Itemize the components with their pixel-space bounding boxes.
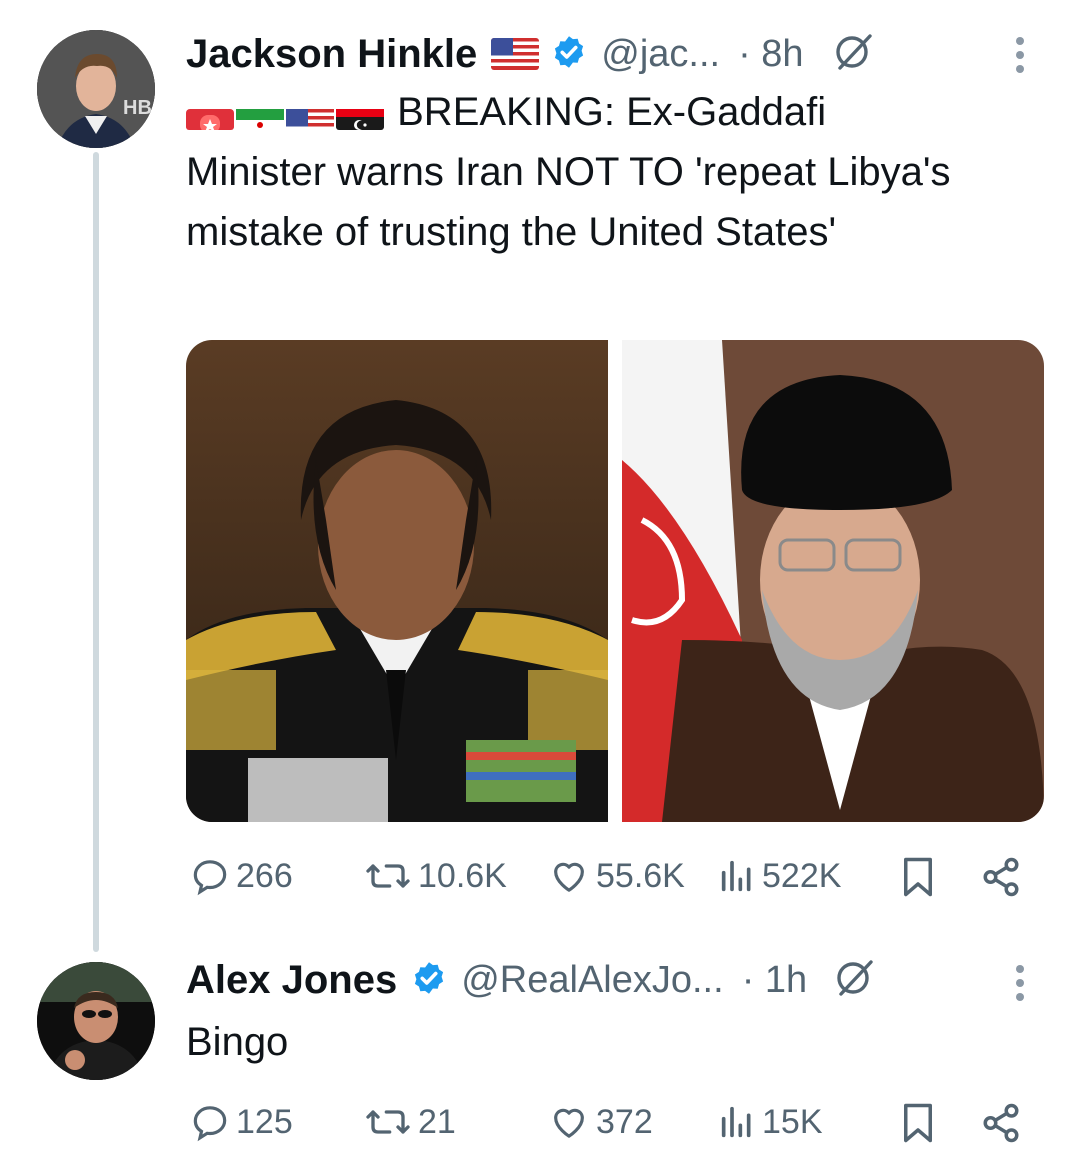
like-count: 55.6K	[596, 856, 685, 895]
heart-icon	[554, 1108, 584, 1138]
views-icon	[721, 860, 751, 892]
reply-bookmark-button[interactable]	[900, 1102, 936, 1149]
verified-badge-icon	[551, 34, 587, 75]
bookmark-icon	[904, 857, 932, 897]
rotating-light-icon	[186, 98, 234, 131]
emoji-row	[186, 90, 397, 134]
bookmark-button[interactable]	[900, 856, 936, 903]
verified-badge-icon	[411, 960, 447, 1001]
reply-reply-button[interactable]: 125	[190, 1102, 293, 1142]
heart-icon	[554, 862, 584, 892]
repost-icon	[366, 1110, 410, 1134]
tweet-time[interactable]: · 8h	[738, 33, 803, 76]
bookmark-icon	[904, 1103, 932, 1143]
like-button[interactable]: 55.6K	[548, 856, 685, 896]
avatar-logo-text: HB	[123, 97, 152, 119]
reply-time[interactable]: · 1h	[742, 959, 807, 1002]
reply-share-button[interactable]	[980, 1102, 1022, 1149]
share-icon	[983, 1103, 1019, 1143]
reply-header: Alex Jones @RealAlexJo... · 1h	[186, 956, 877, 1004]
thread-line	[93, 152, 99, 952]
avatar-image: HB	[37, 30, 155, 148]
us-flag-icon	[286, 98, 334, 131]
share-icon	[983, 857, 1019, 897]
reply-more-options-icon[interactable]	[1014, 964, 1026, 1007]
tweet-body: BREAKING: Ex-Gaddafi Minister warns Iran…	[186, 82, 966, 262]
views-count: 522K	[762, 856, 842, 895]
grok-icon[interactable]	[832, 30, 876, 79]
reply-avatar-image	[37, 962, 155, 1080]
more-options-icon[interactable]	[1014, 36, 1026, 79]
media-image-1[interactable]	[186, 340, 608, 822]
iran-flag-icon	[236, 98, 284, 131]
libya-flag-icon	[336, 98, 384, 131]
reply-button[interactable]: 266	[190, 856, 293, 896]
share-button[interactable]	[980, 856, 1022, 903]
reply-count: 266	[236, 856, 293, 895]
reply-author-handle[interactable]: @RealAlexJo...	[461, 959, 723, 1002]
views-button[interactable]: 522K	[718, 856, 841, 896]
reply-icon	[193, 1106, 227, 1142]
author-name[interactable]: Jackson Hinkle	[186, 32, 477, 77]
avatar[interactable]: HB	[37, 30, 155, 148]
reply-like-count: 372	[596, 1102, 653, 1141]
reply-author-name[interactable]: Alex Jones	[186, 958, 397, 1003]
tweet-header: Jackson Hinkle @jac... · 8h	[186, 30, 876, 78]
reply-views-count: 15K	[762, 1102, 823, 1141]
reply-reply-count: 125	[236, 1102, 293, 1141]
views-icon	[721, 1106, 751, 1138]
reply-repost-count: 21	[418, 1102, 456, 1141]
us-flag-icon	[491, 38, 540, 70]
media-image-2[interactable]	[622, 340, 1044, 822]
media-grid	[186, 340, 1044, 822]
grok-icon[interactable]	[833, 956, 877, 1005]
reply-like-button[interactable]: 372	[548, 1102, 653, 1142]
repost-button[interactable]: 10.6K	[364, 856, 507, 896]
author-handle[interactable]: @jac...	[601, 33, 720, 76]
repost-icon	[366, 864, 410, 888]
reply-views-button[interactable]: 15K	[718, 1102, 823, 1142]
reply-text: Bingo	[186, 1020, 289, 1064]
reply-avatar[interactable]	[37, 962, 155, 1080]
repost-count: 10.6K	[418, 856, 507, 895]
reply-repost-button[interactable]: 21	[364, 1102, 456, 1142]
reply-icon	[193, 860, 227, 896]
